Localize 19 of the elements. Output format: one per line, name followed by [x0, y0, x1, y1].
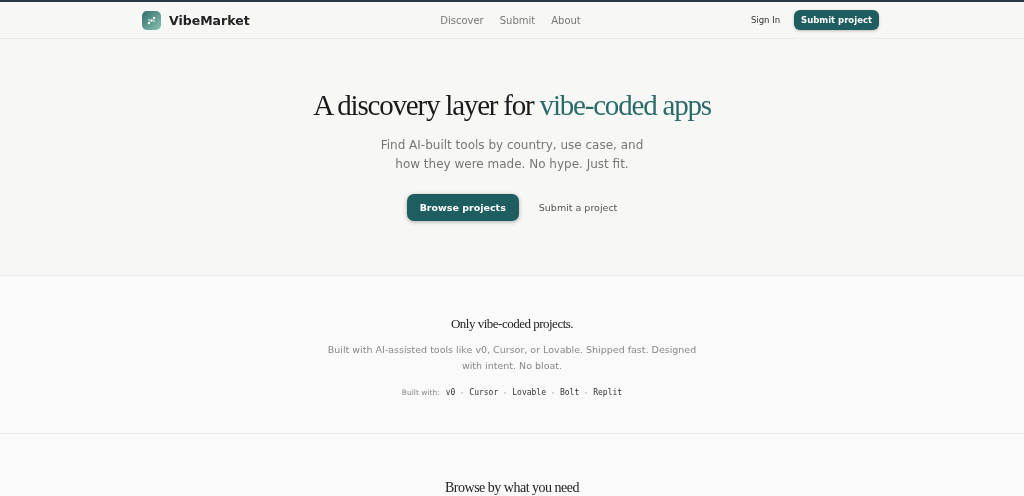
section-heading: Only vibe-coded projects.: [450, 316, 574, 332]
tool-name: Cursor: [469, 388, 499, 397]
nav-link[interactable]: About: [551, 14, 581, 26]
section-heading: Browse by what you need: [445, 480, 579, 496]
sign-in-link[interactable]: Sign In: [750, 15, 781, 25]
tool-name: Lovable: [512, 388, 546, 397]
submit-project-button[interactable]: Submit project: [794, 10, 879, 30]
hero-subtitle: Find AI-built tools by country, use case, and how they were made. No hype. Just fit.: [379, 137, 645, 173]
brand-name[interactable]: VibeMarket: [169, 12, 250, 28]
section-description: Built with AI-assisted tools like v0, Cursor, or Lovable. Shipped fast. Designed with intent. No bloat.: [326, 343, 698, 373]
logo-icon[interactable]: [142, 10, 161, 30]
tool-name: Bolt: [559, 388, 580, 397]
tool-name: v0: [445, 388, 456, 397]
browse-projects-button[interactable]: Browse projects: [406, 194, 519, 221]
tool-name: Replit: [593, 388, 623, 397]
nav-link[interactable]: Submit: [499, 14, 536, 26]
submit-link[interactable]: Submit a project: [538, 202, 618, 213]
hero-title: A discovery layer for vibe-coded apps: [313, 89, 711, 122]
nav-link[interactable]: Discover: [440, 14, 484, 26]
